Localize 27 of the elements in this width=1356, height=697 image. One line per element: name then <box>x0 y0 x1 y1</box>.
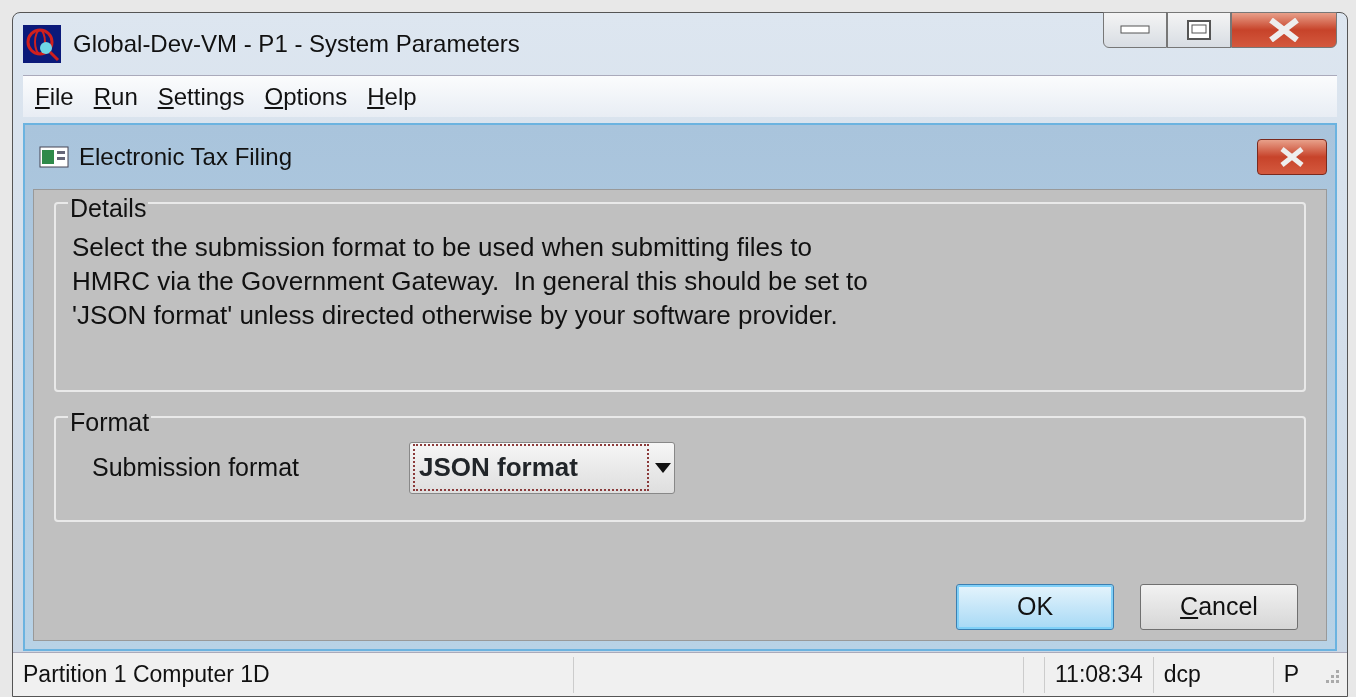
field-label: Submission format <box>92 451 300 483</box>
maximize-icon <box>1187 20 1211 40</box>
caret-icon <box>655 462 672 473</box>
menu-item[interactable]: Options <box>258 78 354 115</box>
minimize-button[interactable] <box>1103 12 1167 48</box>
menu-item[interactable]: Settings <box>151 78 251 115</box>
close-button[interactable] <box>1257 139 1327 175</box>
menu-item[interactable]: Run <box>87 78 144 115</box>
menu-item[interactable]: File <box>29 78 80 115</box>
close-icon <box>1267 18 1301 42</box>
window-icon <box>39 146 69 168</box>
close-icon <box>1278 147 1306 167</box>
dialog-title: Electronic Tax Filing <box>79 142 292 172</box>
maximize-button[interactable] <box>1167 12 1231 48</box>
status-text: Partition 1 Computer 1D <box>22 660 271 690</box>
status-text: dcp <box>1152 656 1273 693</box>
menu-item[interactable]: Help <box>361 78 423 115</box>
status-text: P <box>1272 656 1310 693</box>
window-title: Global-Dev-VM - P1 - System Parameters <box>73 29 520 59</box>
minimize-icon <box>1120 25 1150 35</box>
cancel-button[interactable]: Cancel <box>1140 584 1298 630</box>
status-text: 11:08:34 <box>1044 656 1153 693</box>
globe-icon <box>23 25 61 63</box>
close-button[interactable] <box>1231 12 1337 48</box>
description-text: Select the submission format to be used when submitting files to HMRC via the Government Gateway. In general this should be set to 'JSON format' unless directed otherwise by your software provider. <box>72 230 869 332</box>
format-dropdown[interactable]: JSON format <box>409 441 676 494</box>
ok-button[interactable]: OK <box>956 584 1114 630</box>
